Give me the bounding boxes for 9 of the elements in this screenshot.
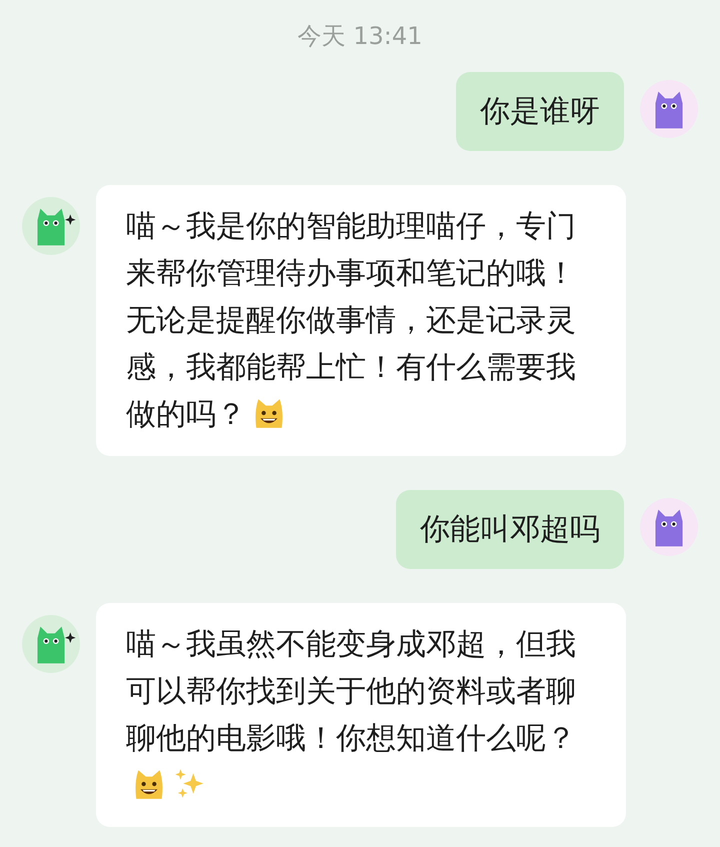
user-avatar-icon [640, 498, 698, 556]
user-avatar-icon [640, 80, 698, 138]
timestamp: 今天 13:41 [296, 21, 424, 52]
user-message-bubble: 你能叫邓超吗 [396, 490, 624, 569]
user-message-bubble: 你是谁呀 [456, 72, 624, 151]
cat-avatar-icon [22, 197, 80, 255]
bot-message-bubble: 喵～我是你的智能助理喵仔，专门来帮你管理待办事项和笔记的哦！无论是提醒你做事情，还是记录灵感，我都能帮上忙！有什么需要我做的吗？ [96, 185, 626, 456]
cat-avatar-icon [22, 615, 80, 673]
bot-message-bubble: 喵～我虽然不能变身成邓超，但我可以帮你找到关于他的资料或者聊聊他的电影哦！你想知道什么呢？ [96, 603, 626, 827]
